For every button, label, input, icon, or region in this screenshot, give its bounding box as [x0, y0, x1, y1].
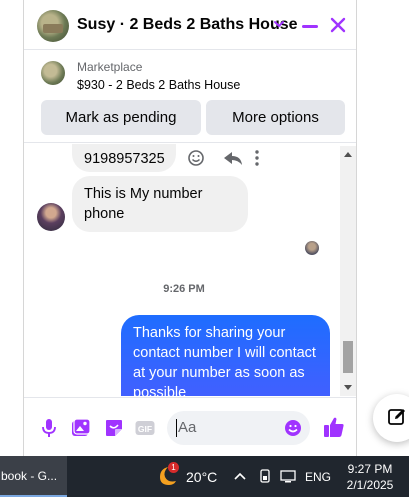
seen-indicator-avatar: [305, 241, 319, 255]
listing-source: Marketplace: [77, 60, 143, 74]
emoji-icon[interactable]: [284, 419, 302, 437]
weather-notification-badge: 1: [168, 462, 179, 473]
message-timestamp: 9:26 PM: [163, 283, 205, 295]
more-options-button[interactable]: More options: [206, 100, 345, 135]
close-button[interactable]: [329, 16, 347, 34]
sender-avatar[interactable]: [37, 203, 65, 231]
message-bubble-incoming[interactable]: 9198957325: [72, 144, 176, 172]
minimize-button[interactable]: [302, 25, 318, 28]
chat-title[interactable]: Susy · 2 Beds 2 Baths House: [77, 16, 298, 34]
clock-date: 2/1/2025: [346, 478, 394, 492]
temperature-label[interactable]: 20°C: [186, 469, 217, 485]
listing-summary[interactable]: $930 - 2 Beds 2 Baths House: [77, 78, 240, 92]
photo-icon[interactable]: [71, 418, 91, 438]
message-bubble-outgoing[interactable]: Thanks for sharing your contact number I…: [121, 315, 330, 396]
chat-window: Susy · 2 Beds 2 Baths House Marketplace …: [23, 0, 357, 456]
text-caret: [176, 419, 177, 437]
taskbar-app-button[interactable]: book - G...: [0, 456, 67, 497]
chat-header: Susy · 2 Beds 2 Baths House: [24, 0, 356, 50]
new-message-button[interactable]: [373, 394, 409, 442]
listing-thumbnail[interactable]: [41, 61, 65, 85]
sticker-icon[interactable]: [104, 418, 124, 438]
scroll-up-arrow[interactable]: [344, 152, 352, 157]
thumbs-up-icon[interactable]: [323, 416, 345, 438]
network-icon[interactable]: [280, 468, 296, 484]
windows-taskbar: book - G... 1 20°C ENG 9:27 PM 2/1/2025: [0, 456, 409, 497]
scroll-down-arrow[interactable]: [344, 385, 352, 390]
system-clock[interactable]: 9:27 PM 2/1/2025: [341, 461, 399, 493]
more-icon[interactable]: [255, 150, 259, 166]
react-icon[interactable]: [188, 150, 204, 166]
message-scrollbar[interactable]: [340, 146, 356, 396]
chevron-down-icon[interactable]: [272, 17, 286, 31]
battery-icon[interactable]: [257, 468, 273, 484]
message-actions: [188, 150, 259, 166]
message-input-placeholder: Aa: [178, 419, 197, 436]
scrollbar-thumb[interactable]: [343, 341, 353, 373]
message-bubble-incoming[interactable]: This is My number phone: [72, 176, 248, 232]
message-composer: GIF Aa: [24, 397, 356, 456]
mark-as-pending-button[interactable]: Mark as pending: [41, 100, 201, 135]
chevron-up-icon[interactable]: [232, 468, 248, 484]
gif-icon[interactable]: GIF: [135, 418, 155, 438]
svg-text:GIF: GIF: [138, 424, 152, 434]
compose-icon: [388, 409, 405, 425]
reply-icon[interactable]: [224, 152, 242, 165]
message-list: 9198957325 This is My number phone 9:26 …: [24, 144, 340, 396]
contact-avatar[interactable]: [37, 10, 69, 42]
clock-time: 9:27 PM: [347, 462, 393, 476]
message-input[interactable]: Aa: [167, 411, 310, 445]
microphone-icon[interactable]: [39, 418, 59, 438]
language-indicator[interactable]: ENG: [305, 470, 331, 484]
listing-banner: Marketplace $930 - 2 Beds 2 Baths House …: [24, 51, 356, 143]
